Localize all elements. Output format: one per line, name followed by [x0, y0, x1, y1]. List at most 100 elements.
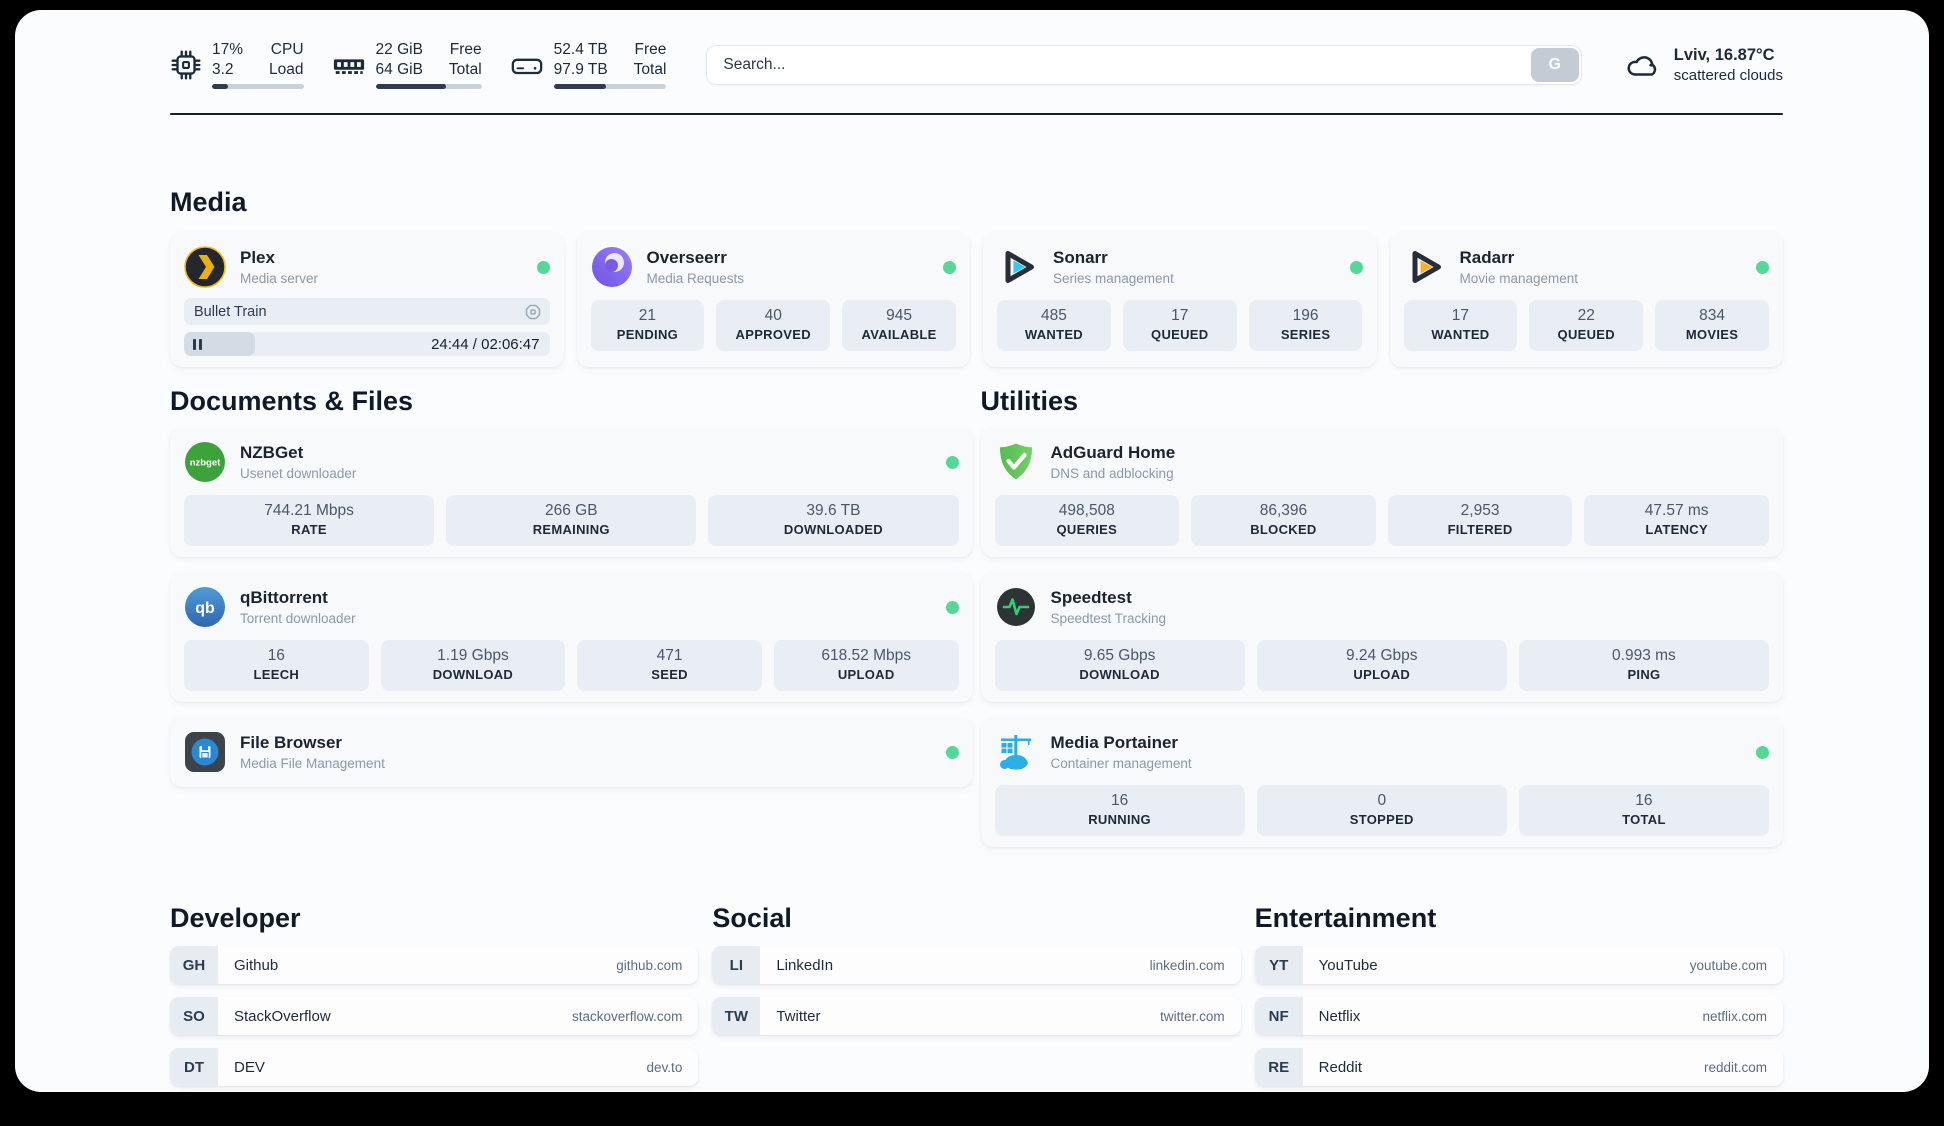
- app-subtitle: Torrent downloader: [240, 610, 356, 627]
- app-title: NZBGet: [240, 443, 356, 463]
- bookmark-url: reddit.com: [1704, 1060, 1783, 1075]
- cpu-widget: 17% 3.2 CPU Load: [170, 40, 304, 89]
- bookmark-abbr: YT: [1255, 946, 1303, 984]
- stat-box: 9.24 GbpsUPLOAD: [1257, 640, 1507, 691]
- bookmark-name: Twitter: [776, 1008, 820, 1025]
- pause-icon: [193, 339, 202, 350]
- status-dot: [1756, 261, 1769, 274]
- bookmark-abbr: LI: [712, 946, 760, 984]
- app-card-qbittorrent[interactable]: qb qBittorrent Torrent downloader 16LEEC…: [170, 572, 973, 702]
- dashboard-page: 17% 3.2 CPU Load: [15, 10, 1929, 1092]
- bookmark-twitter[interactable]: TW Twitter twitter.com: [712, 997, 1240, 1035]
- status-dot: [537, 261, 550, 274]
- bookmark-abbr: GH: [170, 946, 218, 984]
- app-subtitle: Media Requests: [647, 270, 745, 287]
- status-dot: [1350, 261, 1363, 274]
- app-title: Overseerr: [647, 248, 745, 268]
- memory-total-label: Total: [449, 60, 482, 80]
- bookmark-name: Netflix: [1319, 1008, 1361, 1025]
- app-subtitle: Media File Management: [240, 755, 385, 772]
- status-dot: [946, 456, 959, 469]
- disk-free-label: Free: [634, 40, 667, 60]
- stat-box: 834MOVIES: [1655, 300, 1769, 351]
- stat-box: 471SEED: [577, 640, 762, 691]
- bookmark-reddit[interactable]: RE Reddit reddit.com: [1255, 1048, 1783, 1086]
- bookmark-github[interactable]: GH Github github.com: [170, 946, 698, 984]
- app-card-nzbget[interactable]: nzbget NZBGet Usenet downloader 744.21 M…: [170, 427, 973, 557]
- adguard-icon: [995, 441, 1037, 483]
- memory-icon: [332, 49, 366, 81]
- app-title: Radarr: [1460, 248, 1579, 268]
- bookmark-url: linkedin.com: [1150, 958, 1241, 973]
- bookmark-stackoverflow[interactable]: SO StackOverflow stackoverflow.com: [170, 997, 698, 1035]
- app-title: AdGuard Home: [1051, 443, 1176, 463]
- stat-box: 1.19 GbpsDOWNLOAD: [381, 640, 566, 691]
- section-title-documents: Documents & Files: [170, 386, 973, 417]
- cpu-usage-value: 17%: [212, 40, 243, 60]
- speedtest-icon: [995, 586, 1037, 628]
- svg-text:nzbget: nzbget: [190, 458, 221, 469]
- status-dot: [946, 601, 959, 614]
- status-dot: [943, 261, 956, 274]
- weather-condition: scattered clouds: [1674, 66, 1783, 86]
- stat-box: 945AVAILABLE: [842, 300, 956, 351]
- app-card-speedtest[interactable]: Speedtest Speedtest Tracking 9.65 GbpsDO…: [981, 572, 1784, 702]
- app-subtitle: Media server: [240, 270, 318, 287]
- search-provider-button[interactable]: G: [1531, 48, 1579, 82]
- playback-time: 24:44 / 02:06:47: [431, 336, 549, 353]
- app-card-adguard[interactable]: AdGuard Home DNS and adblocking 498,508Q…: [981, 427, 1784, 557]
- app-subtitle: Movie management: [1460, 270, 1579, 287]
- app-card-filebrowser[interactable]: File Browser Media File Management: [170, 717, 973, 787]
- bookmark-youtube[interactable]: YT YouTube youtube.com: [1255, 946, 1783, 984]
- app-subtitle: Series management: [1053, 270, 1174, 287]
- app-subtitle: Speedtest Tracking: [1051, 610, 1167, 627]
- stat-box: 16LEECH: [184, 640, 369, 691]
- stat-box: 17QUEUED: [1123, 300, 1237, 351]
- section-title-entertainment: Entertainment: [1255, 903, 1783, 934]
- memory-free-label: Free: [449, 40, 482, 60]
- bookmark-url: youtube.com: [1690, 958, 1783, 973]
- stat-box: 0STOPPED: [1257, 785, 1507, 836]
- app-title: Plex: [240, 248, 318, 268]
- memory-total-value: 64 GiB: [376, 60, 423, 80]
- section-title-developer: Developer: [170, 903, 698, 934]
- bookmark-abbr: NF: [1255, 997, 1303, 1035]
- stat-box: 485WANTED: [997, 300, 1111, 351]
- bookmark-abbr: RE: [1255, 1048, 1303, 1086]
- portainer-icon: [995, 731, 1037, 773]
- app-card-overseerr[interactable]: Overseerr Media Requests 21PENDING 40APP…: [577, 232, 971, 367]
- search-provider-label: G: [1549, 56, 1561, 73]
- plex-icon: [184, 246, 226, 288]
- bookmark-netflix[interactable]: NF Netflix netflix.com: [1255, 997, 1783, 1035]
- section-title-media: Media: [170, 187, 1783, 218]
- app-title: Media Portainer: [1051, 733, 1192, 753]
- bookmark-url: twitter.com: [1160, 1009, 1241, 1024]
- stat-box: 618.52 MbpsUPLOAD: [774, 640, 959, 691]
- app-title: qBittorrent: [240, 588, 356, 608]
- radarr-icon: [1404, 246, 1446, 288]
- app-card-radarr[interactable]: Radarr Movie management 17WANTED 22QUEUE…: [1390, 232, 1784, 367]
- app-title: Speedtest: [1051, 588, 1167, 608]
- top-bar: 17% 3.2 CPU Load: [170, 10, 1783, 89]
- disk-progress-bar: [554, 84, 667, 89]
- search-box: G: [706, 45, 1581, 85]
- search-input[interactable]: [706, 45, 1581, 85]
- bookmark-dev[interactable]: DT DEV dev.to: [170, 1048, 698, 1086]
- memory-widget: 22 GiB 64 GiB Free Total: [332, 40, 482, 89]
- bookmark-linkedin[interactable]: LI LinkedIn linkedin.com: [712, 946, 1240, 984]
- disk-free-value: 52.4 TB: [554, 40, 608, 60]
- cloud-icon: [1624, 48, 1662, 82]
- bookmark-abbr: TW: [712, 997, 760, 1035]
- cpu-progress-bar: [212, 84, 304, 89]
- plex-now-playing: Bullet Train 24:44 / 02:06:47: [184, 298, 550, 356]
- status-dot: [1756, 746, 1769, 759]
- playback-progress: 24:44 / 02:06:47: [184, 332, 550, 356]
- app-card-plex[interactable]: Plex Media server Bullet Train: [170, 232, 564, 367]
- app-subtitle: Usenet downloader: [240, 465, 356, 482]
- app-card-sonarr[interactable]: Sonarr Series management 485WANTED 17QUE…: [983, 232, 1377, 367]
- app-card-portainer[interactable]: Media Portainer Container management 16R…: [981, 717, 1784, 847]
- stat-box: 9.65 GbpsDOWNLOAD: [995, 640, 1245, 691]
- bookmark-name: YouTube: [1319, 957, 1378, 974]
- stop-icon[interactable]: [525, 304, 541, 320]
- app-subtitle: DNS and adblocking: [1051, 465, 1176, 482]
